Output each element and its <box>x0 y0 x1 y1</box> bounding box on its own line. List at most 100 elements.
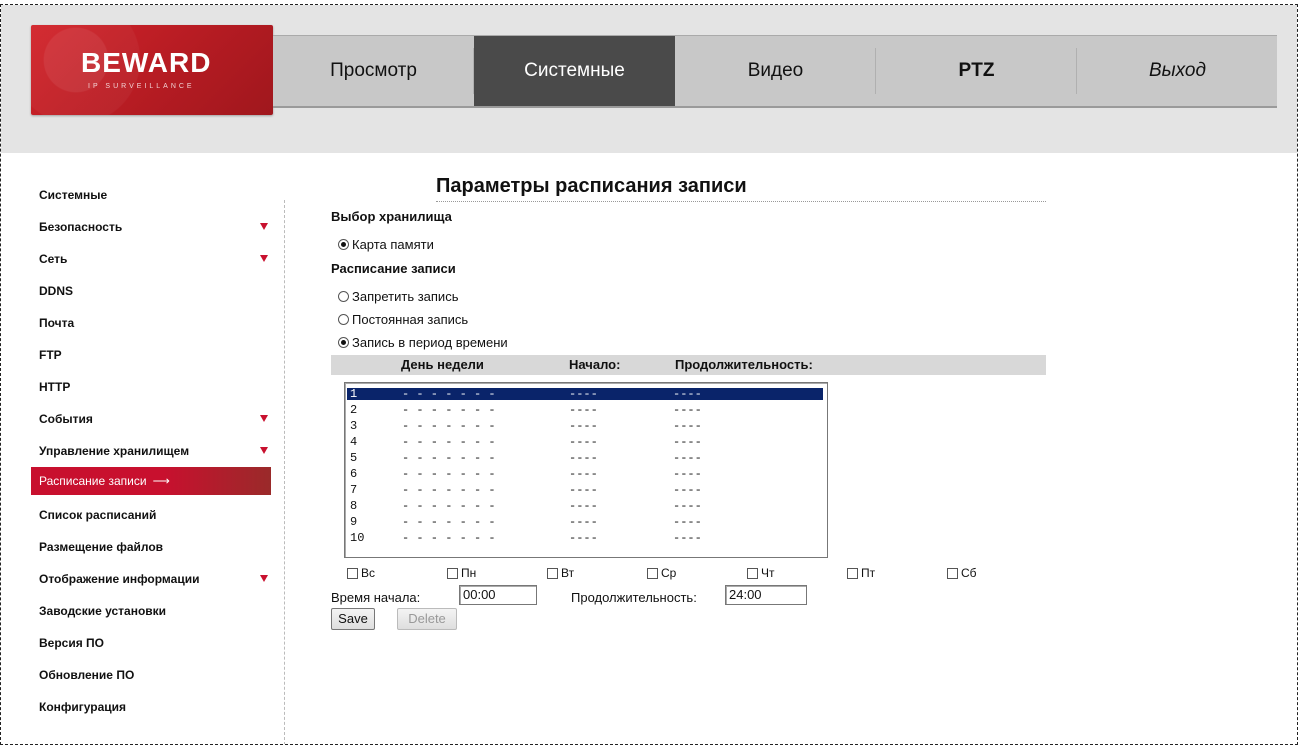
checkbox-icon[interactable] <box>647 567 658 579</box>
sidebar-item-system[interactable]: Системные <box>31 181 271 209</box>
mode-continuous-record[interactable]: Постоянная запись <box>338 312 468 327</box>
schedule-list[interactable]: 1 - - - - - - - ---- ---- 2 - - - - - - - ---… <box>344 382 828 558</box>
storage-option-sdcard[interactable]: Карта памяти <box>338 237 434 252</box>
day-tuesday[interactable]: Вт <box>547 566 574 580</box>
day-wednesday[interactable]: Ср <box>647 566 676 580</box>
header-start: Начало: <box>569 357 621 372</box>
day-monday[interactable]: Пн <box>447 566 476 580</box>
mode-disable-record[interactable]: Запретить запись <box>338 289 458 304</box>
mode-option-label: Запретить запись <box>352 289 459 304</box>
checkbox-icon[interactable] <box>447 567 458 579</box>
schedule-table-header: День недели Начало: Продолжительность: <box>331 355 1046 375</box>
delete-button[interactable]: Delete <box>397 608 457 630</box>
sidebar-item-ddns[interactable]: DDNS <box>31 277 271 305</box>
sidebar-item-info-display[interactable]: Отображение информации <box>31 565 271 593</box>
list-item[interactable]: 7 - - - - - - - ---- ---- <box>347 484 823 496</box>
radio-icon[interactable] <box>338 314 349 325</box>
row-days: - - - - - - - <box>402 499 496 513</box>
row-num: 2 <box>350 403 358 417</box>
top-nav: Просмотр Системные Видео PTZ Выход <box>273 35 1277 108</box>
arrow-right-icon: ⟶ <box>152 474 170 488</box>
radio-selected-icon[interactable] <box>338 239 349 250</box>
row-days: - - - - - - - <box>402 419 496 433</box>
checkbox-icon[interactable] <box>347 567 358 579</box>
nav-system[interactable]: Системные <box>474 36 675 106</box>
sidebar-item-configuration[interactable]: Конфигурация <box>31 693 271 721</box>
checkbox-icon[interactable] <box>947 567 958 579</box>
day-thursday[interactable]: Чт <box>747 566 775 580</box>
list-item[interactable]: 6 - - - - - - - ---- ---- <box>347 468 823 480</box>
list-item[interactable]: 10 - - - - - - - ---- ---- <box>347 532 823 544</box>
expand-triangle-icon <box>260 447 268 454</box>
sidebar-item-schedule-list[interactable]: Список расписаний <box>31 501 271 529</box>
sidebar-item-file-placement[interactable]: Размещение файлов <box>31 533 271 561</box>
page-title: Параметры расписания записи <box>436 175 747 197</box>
sidebar-item-factory-defaults[interactable]: Заводские установки <box>31 597 271 625</box>
row-num: 9 <box>350 515 358 529</box>
row-days: - - - - - - - <box>402 387 496 401</box>
nav-ptz[interactable]: PTZ <box>876 36 1077 106</box>
row-num: 10 <box>350 531 365 545</box>
divider <box>284 200 285 744</box>
row-start: ---- <box>569 515 598 529</box>
sidebar-item-label: Заводские установки <box>39 604 167 618</box>
row-days: - - - - - - - <box>402 515 496 529</box>
sidebar-item-ftp[interactable]: FTP <box>31 341 271 369</box>
sidebar-item-network[interactable]: Сеть <box>31 245 271 273</box>
title-underline <box>436 201 1046 202</box>
radio-icon[interactable] <box>338 291 349 302</box>
day-sunday[interactable]: Вс <box>347 566 375 580</box>
duration-input[interactable]: 24:00 <box>725 585 807 605</box>
sidebar-item-security[interactable]: Безопасность <box>31 213 271 241</box>
list-item[interactable]: 5 - - - - - - - ---- ---- <box>347 452 823 464</box>
beward-logo[interactable]: BEWARD IP SURVEILLANCE <box>31 25 273 115</box>
row-days: - - - - - - - <box>402 531 496 545</box>
sidebar-item-label: Размещение файлов <box>39 540 164 554</box>
day-saturday[interactable]: Сб <box>947 566 977 580</box>
expand-triangle-icon <box>260 575 268 582</box>
sidebar-item-firmware-update[interactable]: Обновление ПО <box>31 661 271 689</box>
list-item[interactable]: 2 - - - - - - - ---- ---- <box>347 404 823 416</box>
day-friday[interactable]: Пт <box>847 566 875 580</box>
row-num: 8 <box>350 499 358 513</box>
checkbox-icon[interactable] <box>547 567 558 579</box>
sidebar-item-label: Обновление ПО <box>39 668 135 682</box>
page-frame: BEWARD IP SURVEILLANCE Просмотр Системны… <box>0 4 1298 745</box>
row-duration: ---- <box>673 531 702 545</box>
mode-option-label: Запись в период времени <box>352 335 508 350</box>
nav-view[interactable]: Просмотр <box>273 36 474 106</box>
row-days: - - - - - - - <box>402 483 496 497</box>
start-time-input[interactable]: 00:00 <box>459 585 537 605</box>
day-label: Чт <box>761 566 775 580</box>
sidebar-item-http[interactable]: HTTP <box>31 373 271 401</box>
list-item[interactable]: 9 - - - - - - - ---- ---- <box>347 516 823 528</box>
row-days: - - - - - - - <box>402 403 496 417</box>
start-time-label: Время начала: <box>331 590 421 605</box>
sidebar-item-mail[interactable]: Почта <box>31 309 271 337</box>
list-item[interactable]: 4 - - - - - - - ---- ---- <box>347 436 823 448</box>
nav-video[interactable]: Видео <box>675 36 876 106</box>
radio-selected-icon[interactable] <box>338 337 349 348</box>
row-days: - - - - - - - <box>402 467 496 481</box>
list-item[interactable]: 3 - - - - - - - ---- ---- <box>347 420 823 432</box>
sidebar-item-label: DDNS <box>39 284 74 298</box>
checkbox-icon[interactable] <box>747 567 758 579</box>
sidebar-item-label: Управление хранилищем <box>39 444 190 458</box>
mode-scheduled-record[interactable]: Запись в период времени <box>338 335 508 350</box>
sidebar-item-record-schedule[interactable]: Расписание записи ⟶ <box>31 467 271 495</box>
sidebar-item-firmware-version[interactable]: Версия ПО <box>31 629 271 657</box>
save-button[interactable]: Save <box>331 608 375 630</box>
nav-logout[interactable]: Выход <box>1077 36 1278 106</box>
header-day: День недели <box>401 357 484 372</box>
sidebar-item-label: HTTP <box>39 380 71 394</box>
sidebar-item-storage[interactable]: Управление хранилищем <box>31 437 271 465</box>
day-label: Вс <box>361 566 376 580</box>
list-item[interactable]: 8 - - - - - - - ---- ---- <box>347 500 823 512</box>
checkbox-icon[interactable] <box>847 567 858 579</box>
nav-logout-label: Выход <box>1148 60 1206 81</box>
sidebar-item-events[interactable]: События <box>31 405 271 433</box>
sidebar-item-label: Безопасность <box>39 220 123 234</box>
row-duration: ---- <box>673 499 702 513</box>
list-item[interactable]: 1 - - - - - - - ---- ---- <box>347 388 823 400</box>
expand-triangle-icon <box>260 255 268 262</box>
